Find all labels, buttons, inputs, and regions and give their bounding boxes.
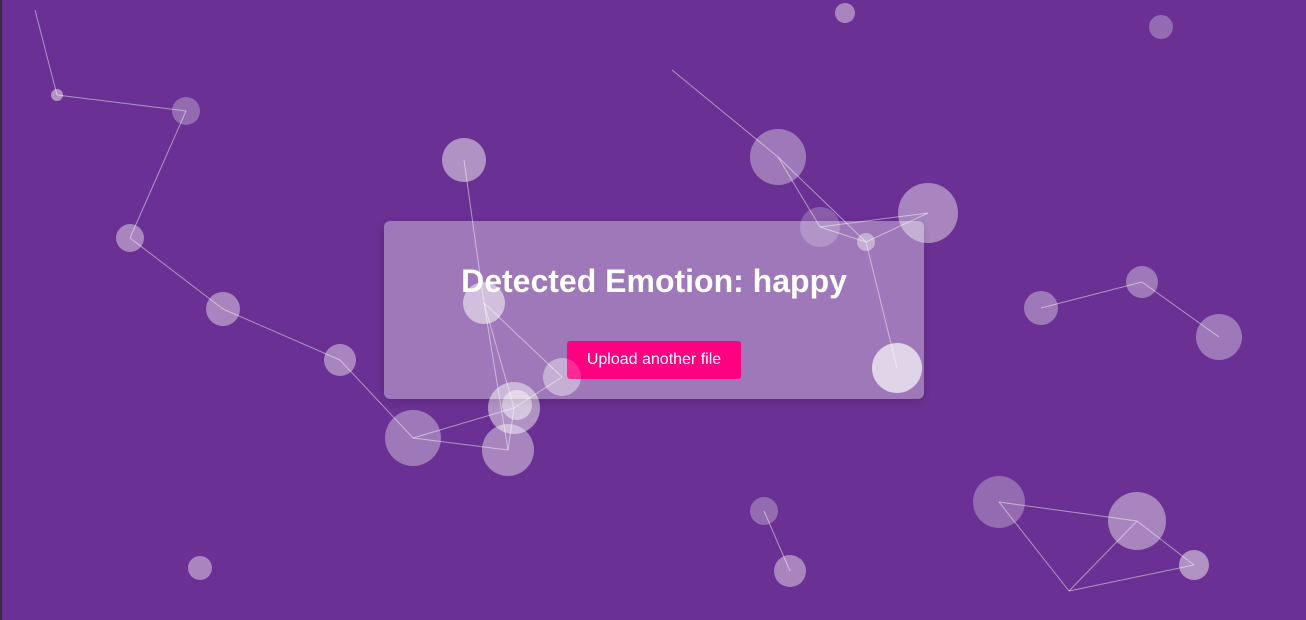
particle-dot [835, 3, 855, 23]
upload-another-file-button[interactable]: Upload another file [567, 341, 741, 379]
particle-dot [1179, 550, 1209, 580]
result-card: Detected Emotion: happy Upload another f… [384, 221, 924, 399]
particle-dot [442, 138, 486, 182]
particle-link [129, 237, 224, 310]
particle-dot [1149, 15, 1173, 39]
particle-dot [1024, 291, 1058, 325]
particle-dot [324, 344, 356, 376]
particle-dot [188, 556, 212, 580]
particle-dot [750, 129, 806, 185]
particle-dot [750, 497, 778, 525]
particle-dot [385, 410, 441, 466]
particle-link [34, 9, 58, 96]
particle-dot [51, 89, 63, 101]
particle-dot [1126, 266, 1158, 298]
particle-link [1068, 564, 1195, 592]
detected-emotion-heading: Detected Emotion: happy [461, 263, 847, 299]
particle-link [222, 308, 341, 361]
particle-link [56, 94, 187, 112]
particle-dot [116, 224, 144, 252]
particle-link [129, 110, 187, 239]
particle-dot [973, 476, 1025, 528]
particle-dot [206, 292, 240, 326]
particle-dot [1196, 314, 1242, 360]
particle-dot [774, 555, 806, 587]
particle-dot [1108, 492, 1166, 550]
particle-dot [172, 97, 200, 125]
